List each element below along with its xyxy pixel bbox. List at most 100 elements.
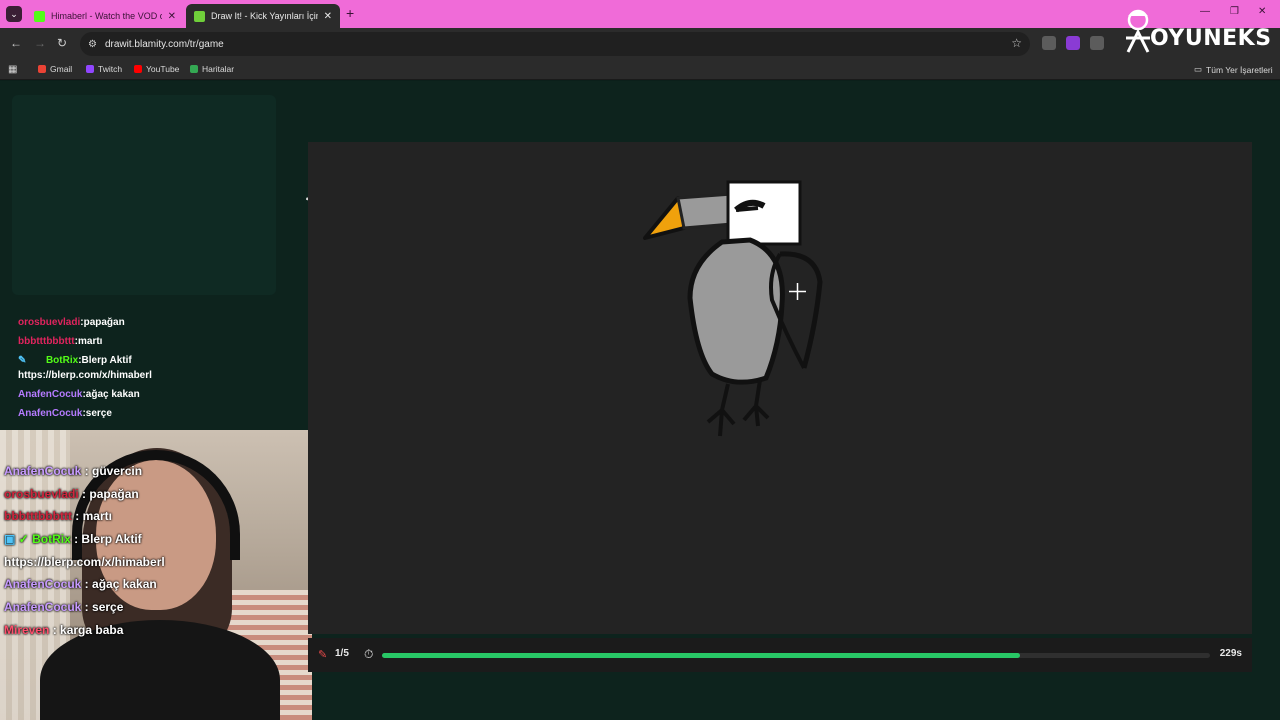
bookmark-star-icon[interactable]: ☆ [1011,36,1022,50]
tab-drawit[interactable]: Draw It! - Kick Yayınları İçin Çizim ✕ [186,4,340,28]
game-chat: orosbuevladi:papağan bbbtttbbbttt:martı … [18,317,288,427]
bot-badge-icon: ▣ [4,532,16,547]
overlay-chat-message: AnafenCocuk : ağaç kakan [4,573,312,596]
overlay-chat-message: AnafenCocuk : güvercin [4,460,312,483]
chat-text: papağan [83,317,125,328]
chat-separator: : [78,486,90,501]
chat-text: ağaç kakan [92,577,157,592]
extension-icon[interactable] [1066,36,1080,50]
chat-username: BotRix [32,532,71,547]
extension-icon[interactable] [1042,36,1056,50]
chat-text: Blerp Aktif [81,355,132,366]
browser-toolbar: ← → ↻ ⚙ drawit.blamity.com/tr/game ☆ [0,28,1280,60]
overlay-chat-message: AnafenCocuk : serçe [4,596,312,619]
reload-icon[interactable]: ↻ [57,36,67,50]
back-icon[interactable]: ← [10,36,22,50]
close-tab-icon[interactable]: ✕ [324,11,332,22]
overlay-chat-message: ▣ ✓ BotRix : Blerp Aktif [4,528,312,551]
chat-text: martı [77,336,103,347]
chat-text: papağan [89,486,139,501]
bookmark-maps[interactable]: Haritalar [190,64,234,74]
chat-link[interactable]: https://blerp.com/x/himaberl [18,370,288,381]
bookmark-youtube[interactable]: YouTube [134,64,179,74]
crosshair-cursor-icon [789,283,806,300]
new-tab-icon[interactable]: + [346,5,354,21]
drawit-favicon-icon [194,10,205,22]
side-panel [12,95,276,295]
chat-separator: : [81,464,93,478]
folder-icon: ▭ [1194,64,1203,74]
bookmark-label: Tüm Yer İşaretleri [1206,64,1273,75]
chat-text: serçe [85,408,112,419]
youtube-icon [134,65,142,73]
timer-progress-fill [382,653,1020,658]
chat-separator: : [81,600,93,615]
chat-username: orosbuevladi [18,317,81,328]
timer-icon: ⏱︎ [364,647,374,661]
chat-text: Blerp Aktif [81,532,142,547]
chat-message: ✎ BotRix:Blerp Aktif https://blerp.com/x… [18,355,288,381]
all-bookmarks[interactable]: ▭ Tüm Yer İşaretleri [1194,64,1273,75]
chat-text: ağaç kakan [85,389,140,400]
tab-title: Himaberl - Watch the VOD on Kick [51,11,162,21]
bookmark-label: Twitch [98,64,123,74]
bot-badge-icon: ✎ [18,355,27,366]
twitch-icon [86,65,94,73]
gmail-icon [38,65,46,73]
overlay-chat-message: https://blerp.com/x/himaberl [4,551,312,574]
chat-username: AnafenCocuk [4,600,82,615]
chat-text: https://blerp.com/x/himaberl [4,554,165,569]
chat-username: AnafenCocuk [4,577,82,592]
close-tab-icon[interactable]: ✕ [168,11,176,22]
chat-separator: : [71,509,83,524]
tab-search-button[interactable]: ⌄ [6,6,22,22]
chat-text: karga baba [60,622,124,637]
chat-username: BotRix [45,355,79,366]
chat-text: güvercin [92,464,143,478]
chat-text: serçe [92,600,124,615]
chat-message: orosbuevladi:papağan [18,317,288,328]
puzzle-icon[interactable] [1090,36,1104,50]
chat-username: AnafenCocuk [18,389,83,400]
kick-favicon-icon [34,10,45,22]
bookmark-label: Gmail [50,64,73,74]
time-remaining: 229s [1219,648,1242,659]
apps-grid-icon[interactable]: ▦ [8,64,17,75]
chat-username: bbbtttbbbttt [4,509,72,524]
chat-message: bbbtttbbbttt:martı [18,336,288,347]
chat-username: AnafenCocuk [18,408,83,419]
address-bar[interactable]: ⚙ drawit.blamity.com/tr/game ☆ [80,32,1030,56]
url-text: drawit.blamity.com/tr/game [104,38,224,50]
tab-strip: ⌄ Himaberl - Watch the VOD on Kick ✕ Dra… [0,0,1280,28]
stream-chat-overlay: AnafenCocuk : güvercin orosbuevladi : pa… [4,460,312,642]
bookmark-twitch[interactable]: Twitch [86,64,122,74]
oyuneks-watermark-logo: OYUNEKS [1124,8,1274,54]
bookmark-label: Haritalar [202,64,235,74]
chat-username: bbbtttbbbttt [18,336,75,347]
chat-username: Mireven [4,622,50,637]
site-info-icon[interactable]: ⚙ [88,39,97,50]
chat-separator: : [81,577,93,592]
forward-icon[interactable]: → [34,36,46,50]
bookmarks-bar: ▦ Gmail Twitch YouTube Haritalar ▭ Tüm Ye… [0,60,1280,80]
chat-separator: : [70,532,82,547]
tab-himaberl[interactable]: Himaberl - Watch the VOD on Kick ✕ [26,4,184,28]
overlay-chat-message: Mireven : karga baba [4,619,312,642]
overlay-chat-message: bbbtttbbbttt : martı [4,505,312,528]
bookmark-label: YouTube [146,64,180,74]
chat-username: orosbuevladi [4,486,79,501]
watermark-text: OYUNEKS [1150,26,1272,51]
pencil-icon: ✎ [318,649,328,661]
verified-icon: ✓ [15,532,33,547]
game-status-bar: ✎ 1/5 ⏱︎ 229s [308,638,1252,672]
timer-progress-track [382,653,1210,658]
bookmark-gmail[interactable]: Gmail [38,64,72,74]
tab-title: Draw It! - Kick Yayınları İçin Çizim [211,11,318,21]
chat-message: AnafenCocuk:ağaç kakan [18,389,288,400]
maps-icon [190,65,198,73]
overlay-chat-message: orosbuevladi : papağan [4,483,312,506]
chat-separator: : [49,622,61,637]
chat-message: AnafenCocuk:serçe [18,408,288,419]
bird-drawing [643,180,823,437]
round-counter: 1/5 [335,648,349,659]
